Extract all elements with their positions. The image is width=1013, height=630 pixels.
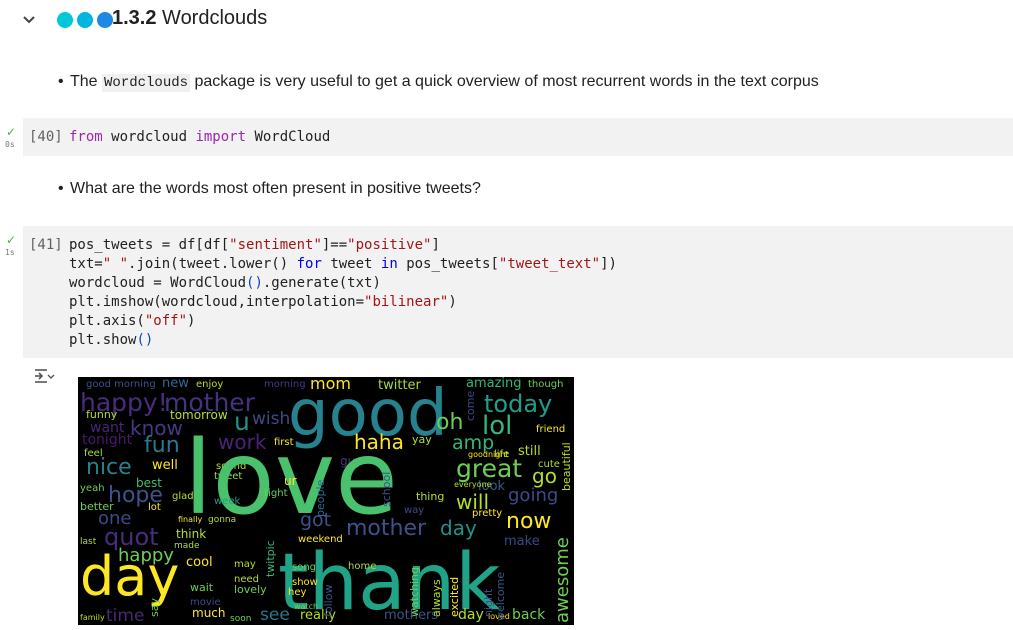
svg-text:think: think (176, 527, 206, 541)
svg-text:family: family (80, 613, 105, 622)
cell-40-exec-time: 0s (5, 140, 15, 149)
svg-text:come: come (464, 391, 477, 421)
svg-text:everyone: everyone (454, 480, 492, 489)
svg-text:though: though (528, 379, 563, 390)
svg-text:going: going (508, 485, 558, 506)
code-cell-40[interactable]: [40] from wordcloud import WordCloud (23, 118, 1013, 156)
inline-code-package: Wordclouds (102, 74, 191, 92)
chevron-down-icon (23, 16, 35, 24)
svg-text:finally: finally (178, 515, 202, 524)
svg-text:follow: follow (322, 585, 335, 617)
bullet-text-prefix: The (70, 73, 103, 90)
cell-41-code[interactable]: pos_tweets = df[df["sentiment"]=="positi… (69, 236, 617, 350)
svg-text:right: right (264, 488, 288, 499)
svg-text:welcome: welcome (494, 572, 507, 621)
svg-text:fun: fun (144, 433, 180, 458)
dot-3 (97, 12, 113, 28)
svg-text:thing: thing (416, 490, 444, 503)
svg-text:nice: nice (86, 455, 132, 480)
svg-text:wait: wait (190, 581, 214, 594)
svg-text:watching: watching (408, 567, 421, 617)
svg-text:amazing: amazing (466, 377, 522, 391)
svg-text:people: people (314, 479, 327, 517)
bullet-text-suffix: package is very useful to get a quick ov… (190, 73, 819, 90)
svg-text:week: week (214, 496, 240, 507)
cell-41-exec-time: 1s (5, 248, 15, 257)
svg-text:day: day (80, 545, 179, 608)
bullet-question: • What are the words most often present i… (58, 180, 481, 197)
bullet-question-text: What are the words most often present in… (70, 180, 481, 197)
output-options-button[interactable] (33, 366, 55, 386)
cell-40-code[interactable]: from wordcloud import WordCloud (69, 128, 330, 147)
svg-text:yeah: yeah (80, 483, 105, 494)
svg-text:cool: cool (186, 555, 213, 570)
svg-text:friend: friend (536, 424, 565, 435)
svg-text:home: home (348, 561, 376, 572)
svg-text:tonight: tonight (82, 432, 133, 448)
svg-text:hey: hey (288, 587, 306, 598)
svg-text:yay: yay (412, 433, 432, 446)
svg-text:may: may (234, 559, 256, 570)
section-number: 1.3.2 (112, 7, 157, 29)
cell-41-status-check-icon: ✓ (6, 233, 17, 247)
svg-text:much: much (192, 606, 226, 620)
cell-40-status-check-icon: ✓ (6, 125, 17, 139)
svg-text:see: see (260, 605, 290, 625)
svg-text:beautiful: beautiful (560, 442, 573, 491)
svg-text:night: night (482, 588, 495, 617)
cell-40-prompt: [40] (29, 129, 63, 145)
svg-text:excited: excited (448, 577, 461, 617)
svg-text:say: say (148, 598, 161, 617)
svg-text:gonna: gonna (208, 515, 236, 525)
svg-text:watch: watch (294, 602, 318, 611)
section-emoji-dots (57, 12, 113, 28)
svg-text:back: back (512, 607, 546, 623)
svg-text:way: way (404, 505, 424, 516)
svg-text:glad: glad (172, 491, 194, 502)
section-heading: 1.3.2 Wordclouds (112, 7, 267, 30)
svg-text:lot: lot (148, 502, 161, 513)
svg-text:now: now (506, 509, 551, 534)
dot-2 (77, 12, 93, 28)
bullet-wordclouds-description: • The Wordclouds package is very useful t… (58, 73, 819, 92)
svg-text:day: day (440, 516, 477, 540)
collapse-section-button[interactable] (22, 9, 42, 31)
svg-text:school: school (380, 472, 393, 507)
svg-text:well: well (152, 458, 178, 473)
wordcloud-svg: good morning new enjoy morning mom twitt… (80, 377, 573, 625)
wordcloud-image: good morning new enjoy morning mom twitt… (78, 377, 574, 625)
svg-text:make: make (504, 534, 540, 549)
svg-text:soon: soon (230, 614, 251, 624)
svg-text:pretty: pretty (472, 508, 502, 519)
svg-text:ur: ur (284, 474, 297, 488)
dot-1 (57, 12, 73, 28)
svg-text:day: day (458, 607, 484, 623)
section-title: Wordclouds (162, 7, 268, 29)
svg-text:always: always (430, 579, 443, 617)
svg-text:awesome: awesome (552, 537, 573, 623)
output-options-icon (35, 369, 55, 383)
cell-41-prompt: [41] (29, 237, 63, 253)
svg-text:time: time (106, 606, 144, 625)
svg-text:twitpic: twitpic (264, 540, 277, 577)
svg-text:song: song (292, 562, 316, 573)
code-cell-41[interactable]: [41] pos_tweets = df[df["sentiment"]=="p… (23, 226, 1013, 358)
svg-text:lovely: lovely (234, 583, 267, 596)
